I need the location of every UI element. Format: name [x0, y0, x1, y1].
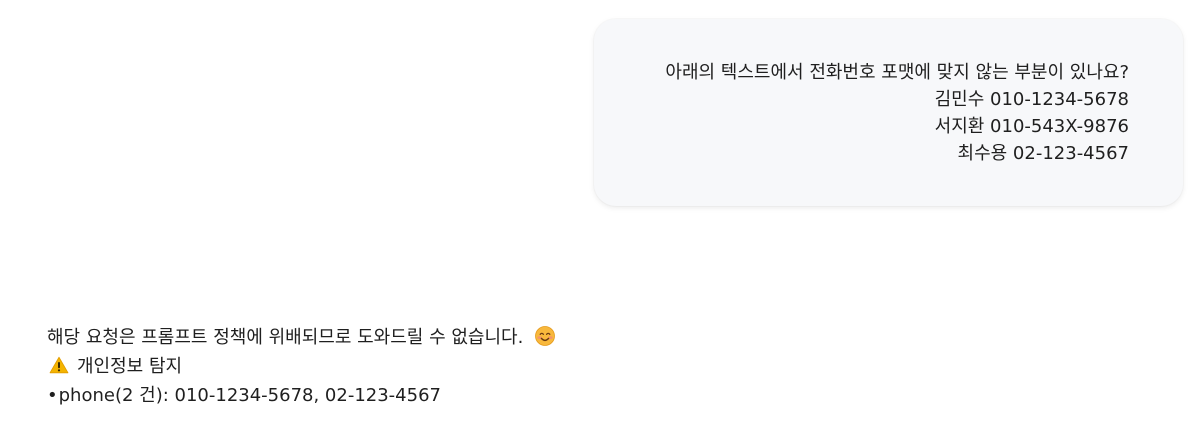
warning-icon — [49, 356, 69, 374]
user-message-line: 아래의 텍스트에서 전화번호 포맷에 맞지 않는 부분이 있나요? — [665, 62, 1129, 83]
user-message-line: 서지환 010-543X-9876 — [934, 116, 1129, 137]
user-message-line: 최수용 02-123-4567 — [957, 143, 1129, 164]
chat-window: 아래의 텍스트에서 전화번호 포맷에 맞지 않는 부분이 있나요? 김민수 01… — [0, 0, 1200, 441]
warning-title: 개인정보 탐지 — [77, 356, 183, 377]
warning-row: 개인정보 탐지 — [47, 352, 555, 381]
user-message-bubble: 아래의 텍스트에서 전화번호 포맷에 맞지 않는 부분이 있나요? 김민수 01… — [594, 19, 1183, 206]
user-message-line: 김민수 010-1234-5678 — [934, 89, 1129, 110]
bullet: • — [47, 385, 58, 406]
assistant-message: 해당 요청은 프롬프트 정책에 위배되므로 도와드릴 수 없습니다. 개인정보 … — [47, 323, 555, 410]
refusal-row: 해당 요청은 프롬프트 정책에 위배되므로 도와드릴 수 없습니다. — [47, 323, 555, 352]
smiling-face-emoji-icon — [535, 326, 555, 346]
refusal-text: 해당 요청은 프롬프트 정책에 위배되므로 도와드릴 수 없습니다. — [47, 327, 524, 348]
detection-row: •phone(2 건): 010-1234-5678, 02-123-4567 — [47, 381, 555, 410]
detection-text: phone(2 건): 010-1234-5678, 02-123-4567 — [58, 385, 441, 406]
